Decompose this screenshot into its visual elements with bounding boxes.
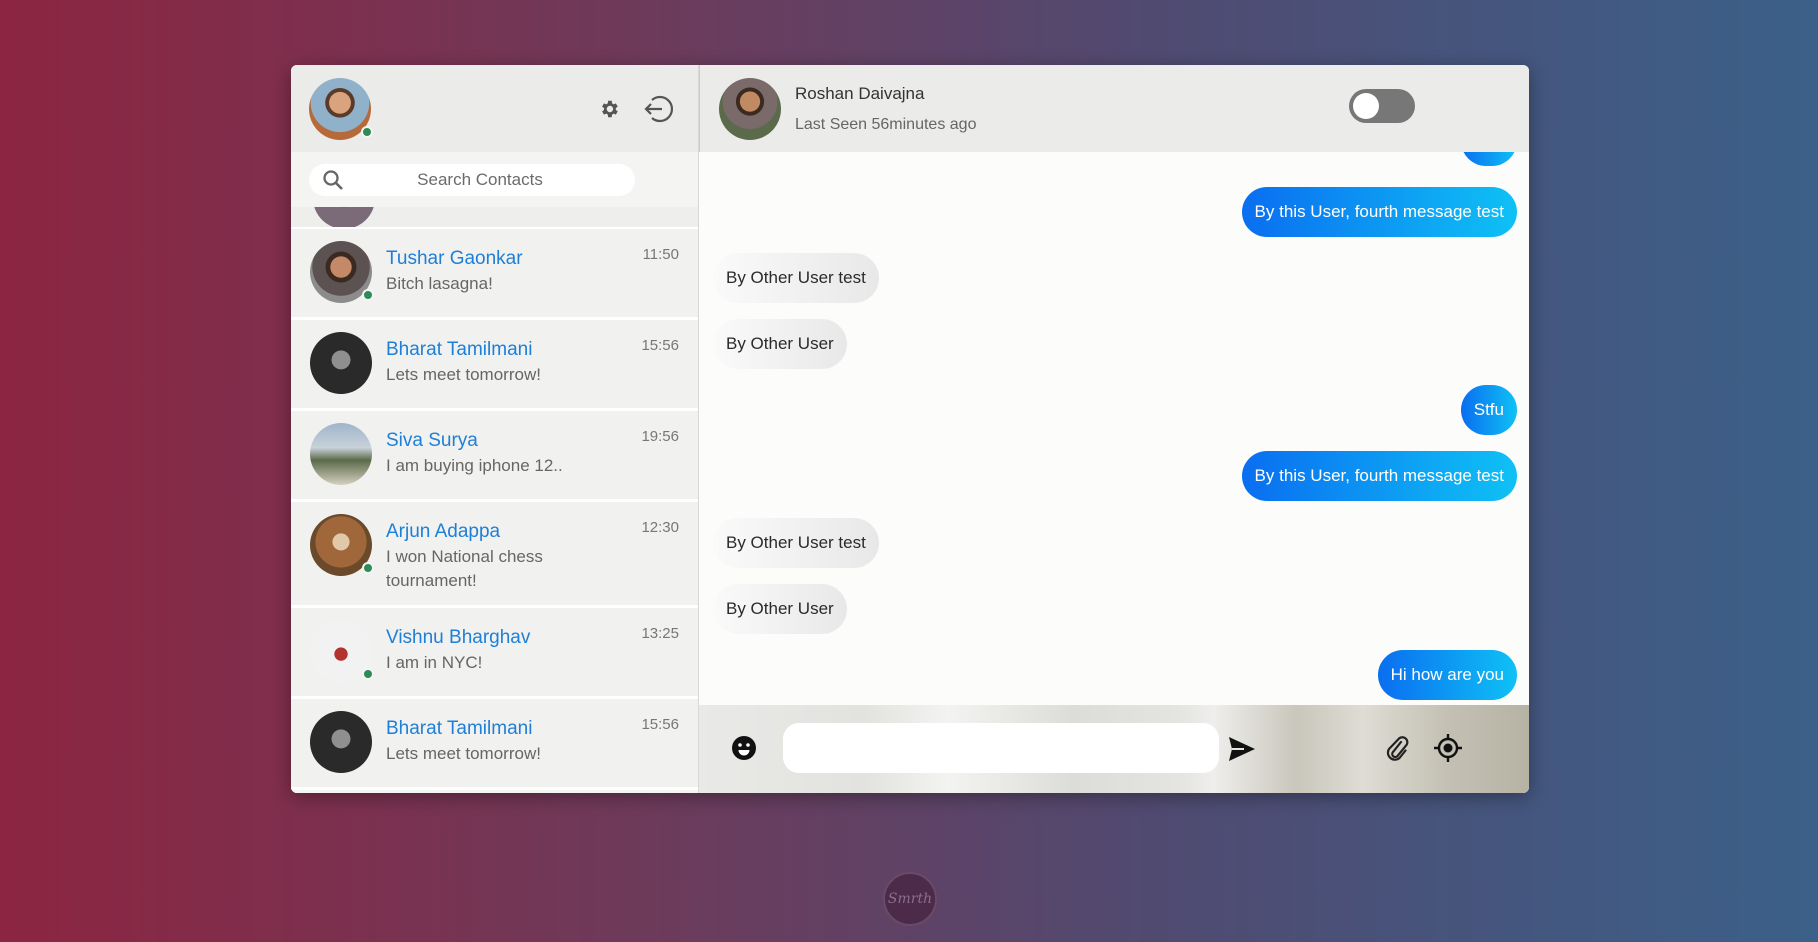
send-button[interactable]: [1226, 733, 1258, 765]
contact-name: Bharat Tamilmani: [386, 339, 533, 360]
message-bubble-outgoing: By this User, fourth message test: [1241, 451, 1517, 501]
online-indicator: [362, 668, 374, 680]
location-target-icon: [1434, 734, 1462, 762]
message-bubble-incoming: By Other User: [713, 319, 847, 369]
message-bubble-outgoing: Hi how are you: [1377, 650, 1517, 700]
contact-time: 12:30: [641, 519, 679, 536]
contact-time: 15:56: [641, 716, 679, 733]
contact-time: 11:50: [642, 246, 679, 263]
message-bubble-incoming: By Other User: [713, 584, 847, 634]
contact-last-message: Bitch lasagna!: [386, 274, 493, 293]
contact-name: Bharat Tamilmani: [386, 718, 533, 739]
contact-name: Tushar Gaonkar: [386, 248, 523, 269]
search-input[interactable]: [345, 169, 615, 190]
contact-name: Arjun Adappa: [386, 521, 501, 542]
message-bubble-outgoing: By this User, fourth message test: [1241, 187, 1517, 237]
chat-contact-avatar[interactable]: [719, 77, 781, 140]
chat-panel: Roshan Daivajna Last Seen 56minutes ago …: [699, 65, 1529, 793]
online-indicator: [362, 289, 374, 301]
emoji-icon: [732, 736, 756, 760]
contact-avatar: [310, 514, 374, 576]
settings-gear-icon: [602, 100, 618, 118]
message-list[interactable]: By this User, fourth message test By Oth…: [699, 152, 1529, 705]
app-logo: Smrth: [883, 872, 937, 926]
contact-last-message: I am buying iphone 12..: [386, 456, 563, 475]
message-composer: [699, 705, 1529, 793]
send-icon: [1229, 737, 1255, 761]
contact-avatar: [310, 620, 374, 682]
attach-button[interactable]: [1382, 733, 1412, 765]
contact-name: Siva Surya: [386, 430, 478, 451]
contact-time: 15:56: [641, 337, 679, 354]
contact-name: Vishnu Bharghav: [386, 627, 531, 648]
search-icon: [323, 169, 343, 190]
contact-last-message: I won National chess tournament!: [386, 547, 543, 590]
search-row: [291, 152, 698, 207]
contact-avatar: [310, 711, 372, 773]
theme-toggle[interactable]: [1349, 89, 1415, 123]
contact-list[interactable]: Tushar Gaonkar Bitch lasagna! 11:50 Bhar…: [291, 207, 698, 793]
message-bubble-outgoing: Stfu: [1460, 385, 1517, 435]
contact-last-message: Lets meet tomorrow!: [386, 365, 541, 384]
sidebar: Tushar Gaonkar Bitch lasagna! 11:50 Bhar…: [291, 65, 699, 793]
chat-contact-name: Roshan Daivajna: [795, 83, 925, 103]
user-avatar[interactable]: [309, 77, 373, 140]
online-indicator: [362, 562, 374, 574]
contact-item[interactable]: Bharat Tamilmani Lets meet tomorrow! 15:…: [291, 320, 698, 411]
message-input[interactable]: [783, 723, 1219, 773]
contact-avatar: [310, 423, 372, 485]
contact-time: 19:56: [641, 428, 679, 445]
emoji-button[interactable]: [729, 733, 759, 763]
contact-item[interactable]: Bharat Tamilmani Lets meet tomorrow! 15:…: [291, 699, 698, 790]
attach-paperclip-icon: [1386, 736, 1409, 761]
contact-last-message: I am in NYC!: [386, 653, 483, 672]
location-button[interactable]: [1431, 731, 1465, 765]
search-box: [309, 163, 635, 196]
contact-avatar: [310, 332, 372, 394]
contact-item[interactable]: Tushar Gaonkar Bitch lasagna! 11:50: [291, 229, 698, 320]
settings-button[interactable]: [596, 96, 622, 122]
contact-item[interactable]: Arjun Adappa I won National chess tourna…: [291, 502, 698, 608]
contact-item[interactable]: Siva Surya I am buying iphone 12.. 19:56: [291, 411, 698, 502]
chat-header: Roshan Daivajna Last Seen 56minutes ago: [699, 65, 1529, 152]
online-indicator: [361, 125, 373, 138]
chat-app-window: Tushar Gaonkar Bitch lasagna! 11:50 Bhar…: [291, 65, 1529, 793]
chat-last-seen: Last Seen 56minutes ago: [795, 115, 977, 133]
contact-last-message: Lets meet tomorrow!: [386, 744, 541, 763]
contact-avatar: [310, 241, 374, 303]
logout-button[interactable]: [639, 91, 675, 127]
message-bubble-incoming: By Other User test: [713, 253, 879, 303]
logout-icon: [644, 95, 674, 123]
message-bubble-incoming: By Other User test: [713, 518, 879, 568]
contact-item[interactable]: Vishnu Bharghav I am in NYC! 13:25: [291, 608, 698, 699]
toggle-knob: [1353, 93, 1379, 119]
contact-time: 13:25: [641, 625, 679, 642]
contact-item-partial[interactable]: [291, 207, 698, 229]
message-bubble-partial: [1461, 152, 1517, 166]
sidebar-header: [291, 65, 698, 152]
